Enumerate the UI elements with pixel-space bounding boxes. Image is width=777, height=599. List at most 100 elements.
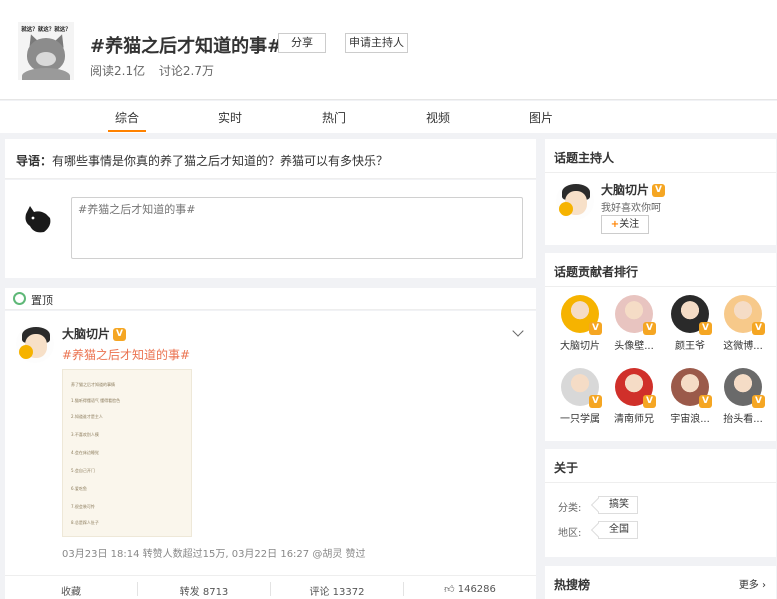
intro-text: 有哪些事情是你真的养了猫之后才知道的？养猫可以有多快乐？ (52, 154, 389, 168)
hot-search-title: 热搜榜 (554, 578, 591, 592)
verified-badge-icon: V (589, 395, 602, 408)
contributor-item[interactable]: V 一只学属 (552, 368, 608, 425)
tab-images[interactable]: 图片 (521, 109, 561, 126)
author-name[interactable]: 大脑切片 (62, 327, 110, 341)
host-panel-title: 话题主持人 (554, 151, 615, 165)
active-tab-indicator (108, 130, 146, 132)
verified-badge-icon: V (643, 395, 656, 408)
follow-button[interactable]: +关注 (601, 215, 649, 234)
region-label: 地区: (558, 528, 582, 539)
topic-header: 就这？就这？就这？ #养猫之后才知道的事# 分享 申请主持人 阅读2.1亿 讨论… (0, 0, 777, 100)
pin-icon (13, 292, 26, 305)
post-image[interactable]: 养了猫之后才知道的事情 1.猫听得懂语气 懂得看脸色 2.知道谁才是主人 3.不… (62, 369, 192, 537)
page-title: #养猫之后才知道的事# (90, 36, 283, 57)
follow-label: 关注 (619, 219, 640, 230)
contributor-name[interactable]: 清南师兄 (606, 410, 662, 425)
contributor-item[interactable]: V 宇宙浪... (662, 368, 718, 425)
contributor-name[interactable]: 头像壁... (606, 337, 662, 352)
topic-stats: 阅读2.1亿 讨论2.7万 (90, 62, 224, 79)
verified-badge-icon: V (652, 184, 666, 197)
cat-face (36, 52, 56, 66)
image-text-line: 养了猫之后才知道的事情 (71, 382, 115, 387)
collect-button[interactable]: 收藏 (5, 583, 137, 598)
contributor-item[interactable]: V 清南师兄 (606, 368, 662, 425)
image-text-line: 5.会自己开门 (71, 468, 95, 473)
discussion-count: 讨论2.7万 (158, 64, 215, 78)
contributor-avatar[interactable]: V (615, 295, 656, 335)
topic-intro: 导语：有哪些事情是你真的养了猫之后才知道的？养猫可以有多快乐？ (5, 139, 536, 179)
post-action-bar: 收藏 转发 8713 评论 13372 👍︎ 146286 (5, 575, 536, 599)
contributor-name[interactable]: 一只学属 (552, 410, 608, 425)
post-topic-tag[interactable]: #养猫之后才知道的事# (62, 346, 190, 363)
topic-cover-image: 就这？就这？就这？ (18, 22, 74, 80)
hot-search-panel: 热搜榜 更多 › (545, 566, 776, 599)
contributor-avatar[interactable]: V (561, 295, 602, 335)
contributor-avatar[interactable]: V (671, 295, 712, 335)
share-button[interactable]: 分享 (278, 33, 326, 53)
author-avatar[interactable] (16, 325, 54, 363)
host-name[interactable]: 大脑切片 (601, 183, 649, 197)
contributor-item[interactable]: V 头像壁... (606, 295, 662, 352)
region-tag[interactable]: 全国 (598, 521, 638, 539)
image-text-line: 6.爱吃鱼 (71, 486, 87, 491)
compose-panel (5, 180, 536, 278)
host-name-wrap: 大脑切片 V (601, 181, 666, 198)
cat-body (22, 68, 70, 80)
apply-host-button[interactable]: 申请主持人 (345, 33, 408, 53)
contributor-item[interactable]: V 这微博... (715, 295, 771, 352)
category-tag[interactable]: 搞笑 (598, 496, 638, 514)
contributors-panel-title: 话题贡献者排行 (554, 265, 639, 279)
contributors-panel: 话题贡献者排行 V 大脑切片 V 头像壁... V 颜王爷 V 这微博... V 一只学属 V 清南师… (545, 253, 776, 441)
tab-realtime[interactable]: 实时 (210, 109, 250, 126)
compose-input[interactable] (72, 198, 522, 221)
contributor-name[interactable]: 抬头看... (715, 410, 771, 425)
verified-badge-icon: V (643, 322, 656, 335)
image-text-line: 2.知道谁才是主人 (71, 414, 103, 419)
contributor-name[interactable]: 这微博... (715, 337, 771, 352)
intro-text-wrap: 导语：有哪些事情是你真的养了猫之后才知道的？养猫可以有多快乐？ (16, 152, 388, 169)
contributor-item[interactable]: V 抬头看... (715, 368, 771, 425)
contributor-avatar[interactable]: V (671, 368, 712, 408)
pinned-bar: 置顶 (5, 288, 536, 310)
contributor-avatar[interactable]: V (724, 295, 765, 335)
contributor-avatar[interactable]: V (615, 368, 656, 408)
verified-badge-icon: V (113, 328, 127, 341)
contributor-item[interactable]: V 颜王爷 (662, 295, 718, 352)
repost-button[interactable]: 转发 8713 (138, 583, 270, 598)
host-avatar[interactable] (556, 182, 594, 220)
host-panel: 话题主持人 大脑切片 V 我好喜欢你呵 +关注 (545, 139, 776, 245)
contributor-item[interactable]: V 大脑切片 (552, 295, 608, 352)
contributor-name[interactable]: 颜王爷 (662, 337, 718, 352)
tab-hot[interactable]: 热门 (314, 109, 354, 126)
contributor-avatar[interactable]: V (724, 368, 765, 408)
intro-label: 导语： (16, 154, 53, 168)
comment-button[interactable]: 评论 13372 (271, 583, 403, 598)
avatar-egg (559, 202, 573, 216)
chevron-down-icon[interactable] (512, 325, 524, 337)
image-text-line: 3.不喜欢别人摸 (71, 432, 99, 437)
contributor-avatar[interactable]: V (561, 368, 602, 408)
image-text-line: 1.猫听得懂语气 懂得看脸色 (71, 398, 121, 403)
like-button[interactable]: 👍︎ 146286 (404, 583, 536, 595)
about-panel-header: 关于 (545, 449, 776, 483)
contributors-panel-header: 话题贡献者排行 (545, 253, 776, 287)
tab-video[interactable]: 视频 (418, 109, 458, 126)
tab-bar: 综合 实时 热门 视频 图片 (0, 101, 777, 133)
thumbs-up-icon: 👍︎ (444, 584, 455, 595)
tab-comprehensive[interactable]: 综合 (107, 109, 147, 126)
image-text-line: 4.会在床边睡觉 (71, 450, 99, 455)
black-cat-icon (25, 206, 51, 233)
author-name-wrap: 大脑切片 V (62, 325, 127, 342)
post-card: 大脑切片 V #养猫之后才知道的事# 养了猫之后才知道的事情 1.猫听得懂语气 懂… (5, 311, 536, 599)
more-link[interactable]: 更多 › (739, 576, 766, 591)
contributor-name[interactable]: 宇宙浪... (662, 410, 718, 425)
host-panel-header: 话题主持人 (545, 139, 776, 173)
post-meta: 03月23日 18:14 转赞人数超过15万, 03月22日 16:27 @胡灵… (62, 549, 366, 560)
user-avatar[interactable] (20, 200, 56, 236)
compose-textarea[interactable] (71, 197, 523, 259)
verified-badge-icon: V (699, 395, 712, 408)
contributor-name[interactable]: 大脑切片 (552, 337, 608, 352)
category-label: 分类: (558, 503, 582, 514)
image-text-line: 7.很会装可怜 (71, 504, 95, 509)
about-panel-title: 关于 (554, 461, 579, 475)
